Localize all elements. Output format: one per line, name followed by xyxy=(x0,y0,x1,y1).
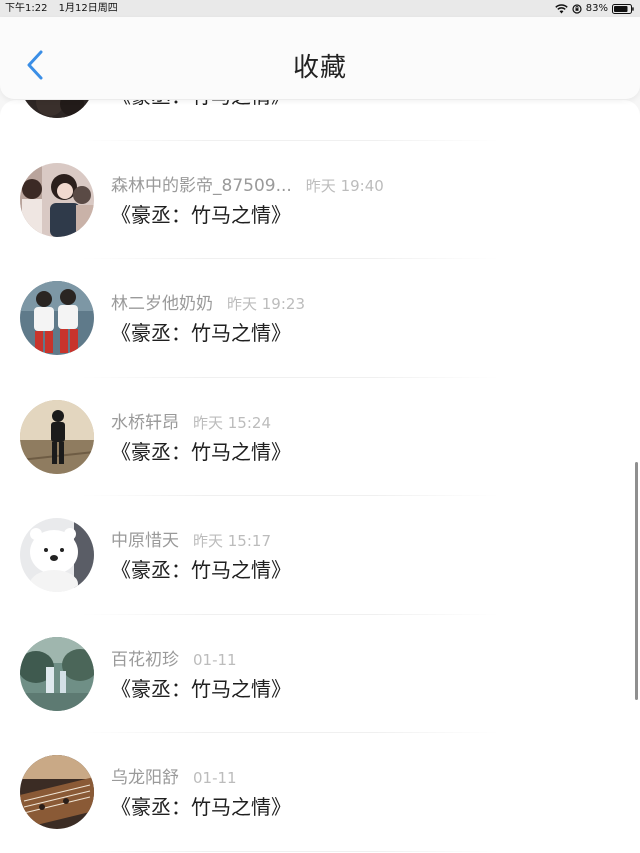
battery-icon xyxy=(612,3,634,14)
favorite-author: 林二岁他奶奶 xyxy=(111,294,213,314)
favorite-item[interactable]: 水桥轩昂 昨天 15:24 《豪丞：竹马之情》 xyxy=(0,378,640,496)
favorite-item[interactable]: 乌龙阳舒 01-11 《豪丞：竹马之情》 xyxy=(0,733,640,852)
status-bar-right: 83% xyxy=(555,0,634,17)
avatar xyxy=(20,636,94,711)
favorite-title: 《豪丞：竹马之情》 xyxy=(111,321,291,345)
favorite-time: 01-11 xyxy=(193,650,237,669)
avatar xyxy=(20,281,94,355)
avatar xyxy=(20,755,94,829)
favorite-title: 《豪丞：竹马之情》 xyxy=(111,100,291,109)
battery-percent: 83% xyxy=(585,3,608,14)
favorite-item[interactable]: 中原惜天 昨天 15:17 《豪丞：竹马之情》 xyxy=(0,496,640,615)
status-date: 1月12日周四 xyxy=(58,3,118,14)
favorite-title: 《豪丞：竹马之情》 xyxy=(111,439,291,464)
favorite-title: 《豪丞：竹马之情》 xyxy=(111,795,291,819)
favorites-list[interactable]: 《豪丞：竹马之情》 森林中的影帝_87509...昨天 19: xyxy=(0,100,640,853)
avatar xyxy=(20,399,94,474)
favorite-time: 01-11 xyxy=(193,769,237,787)
favorite-author: 中原惜天 xyxy=(111,531,179,551)
status-time: 下午1:22 xyxy=(5,3,48,14)
favorite-time: 昨天 19:40 xyxy=(305,176,384,195)
favorite-time: 昨天 19:23 xyxy=(227,295,305,313)
avatar xyxy=(20,162,94,237)
orientation-lock-icon xyxy=(572,3,582,14)
favorite-title: 《豪丞：竹马之情》 xyxy=(111,676,291,701)
favorite-author: 百花初珍 xyxy=(111,649,179,670)
favorites-scroll: 《豪丞：竹马之情》 森林中的影帝_87509...昨天 19: xyxy=(0,100,640,852)
avatar xyxy=(20,100,94,118)
scrollbar[interactable] xyxy=(635,462,638,700)
favorite-author: 乌龙阳舒 xyxy=(111,768,179,788)
favorite-item[interactable]: 林二岁他奶奶 昨天 19:23 《豪丞：竹马之情》 xyxy=(0,259,640,378)
favorite-time: 昨天 15:24 xyxy=(193,413,271,432)
favorite-title: 《豪丞：竹马之情》 xyxy=(111,558,291,582)
favorite-item[interactable]: 《豪丞：竹马之情》 xyxy=(0,100,640,141)
row-divider xyxy=(80,850,500,852)
favorite-item[interactable]: 百花初珍 01-11 《豪丞：竹马之情》 xyxy=(0,615,640,733)
wifi-icon xyxy=(555,3,568,14)
favorite-time: 昨天 15:17 xyxy=(193,532,271,550)
page-title: 收藏 xyxy=(292,53,347,83)
avatar xyxy=(20,518,94,592)
favorite-title: 《豪丞：竹马之情》 xyxy=(111,202,291,227)
favorite-author: 森林中的影帝_87509... xyxy=(111,175,292,196)
favorite-author: 水桥轩昂 xyxy=(111,412,179,433)
nav-bar: 收藏 xyxy=(0,17,640,99)
status-bar: 下午1:22 1月12日周四 83% xyxy=(0,0,640,17)
status-bar-left: 下午1:22 1月12日周四 xyxy=(5,0,126,17)
favorite-item[interactable]: 森林中的影帝_87509... 昨天 19:40 《豪丞：竹马之情》 xyxy=(0,141,640,259)
